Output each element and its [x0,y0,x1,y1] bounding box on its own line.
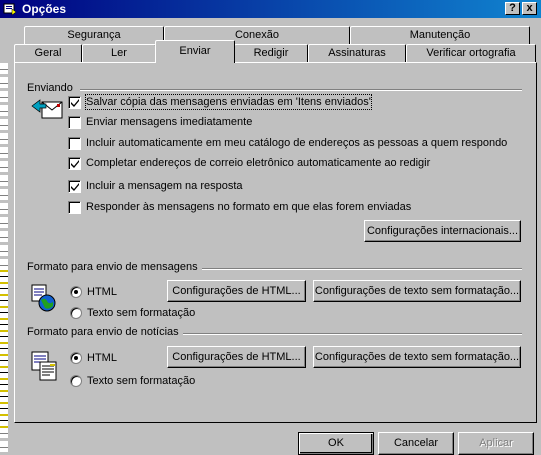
send-mail-icon [31,99,63,119]
group-label-sending: Enviando [27,82,77,94]
mail-format-plain-label[interactable]: Texto sem formatação [87,306,195,320]
sending-option-label[interactable]: Enviar mensagens imediatamente [86,115,252,129]
tab-manutencao[interactable]: Manutenção [350,26,530,45]
news-plain-settings-button[interactable]: Configurações de texto sem formatação... [313,346,521,368]
group-label-mail-format: Formato para envio de mensagens [27,261,202,273]
sending-option-checkbox[interactable] [68,116,81,129]
tab-seguranca[interactable]: Segurança [24,26,164,45]
mail-format-html-radio[interactable] [70,286,82,298]
title-bar[interactable]: Opções ? x [0,0,541,18]
cancel-button[interactable]: Cancelar [378,432,454,455]
mail-plain-settings-button[interactable]: Configurações de texto sem formatação... [313,280,521,302]
news-format-html-radio[interactable] [70,352,82,364]
check-icon [71,160,79,168]
news-html-settings-button[interactable]: Configurações de HTML... [167,346,306,368]
apply-button[interactable]: Aplicar [458,432,534,455]
group-divider-news-format [178,333,522,335]
sending-option-checkbox[interactable] [68,180,81,193]
news-format-icon [31,351,57,381]
group-divider-mail-format [198,268,522,270]
news-format-html-label[interactable]: HTML [87,351,117,365]
sending-option-label[interactable]: Responder às mensagens no formato em que… [86,200,411,214]
group-label-news-format: Formato para envio de notícias [27,326,183,338]
window-title: Opções [22,2,67,16]
mail-format-globe-icon [31,284,56,312]
background-window-edge-lower [0,270,8,430]
tab-redigir[interactable]: Redigir [234,44,308,63]
tab-geral[interactable]: Geral [14,44,82,63]
ok-button[interactable]: OK [298,432,374,455]
sending-option-label[interactable]: Completar endereços de correio eletrônic… [86,156,430,170]
close-button[interactable]: x [522,2,537,15]
mail-html-settings-button[interactable]: Configurações de HTML... [167,280,306,302]
sending-option-label[interactable]: Incluir a mensagem na resposta [86,179,243,193]
news-format-plain-label[interactable]: Texto sem formatação [87,374,195,388]
tab-assinaturas[interactable]: Assinaturas [308,44,406,63]
group-divider-sending [80,89,522,91]
mail-format-html-label[interactable]: HTML [87,285,117,299]
options-app-icon [3,3,17,15]
news-format-plain-radio[interactable] [70,375,82,387]
sending-option-checkbox[interactable] [68,157,81,170]
tab-ler[interactable]: Ler [82,44,156,63]
check-icon [71,99,79,107]
tab-verificar-ortografia[interactable]: Verificar ortografia [406,44,536,63]
mail-format-plain-radio[interactable] [70,307,82,319]
sending-option-checkbox[interactable] [68,96,81,109]
tab-enviar[interactable]: Enviar [155,40,235,63]
sending-option-label[interactable]: Incluir automaticamente em meu catálogo … [86,136,507,150]
check-icon [71,183,79,191]
international-settings-button[interactable]: Configurações internacionais... [364,220,521,242]
sending-option-checkbox[interactable] [68,201,81,214]
sending-option-label[interactable]: Salvar cópia das mensagens enviadas em '… [85,94,372,110]
help-button[interactable]: ? [505,2,520,15]
sending-option-checkbox[interactable] [68,137,81,150]
